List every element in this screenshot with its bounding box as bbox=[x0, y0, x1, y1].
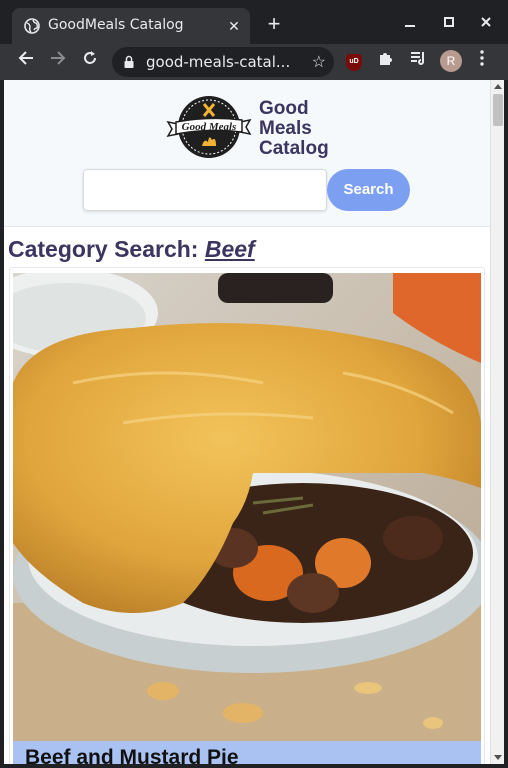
maximize-icon[interactable] bbox=[439, 12, 459, 32]
address-bar[interactable]: good-meals-catal... ☆ bbox=[112, 47, 334, 77]
brand-line: Good bbox=[259, 98, 309, 119]
category-prefix: Category Search: bbox=[8, 236, 205, 262]
goodmeals-logo[interactable]: Good Meals bbox=[164, 94, 254, 160]
tab-title: GoodMeals Catalog bbox=[48, 17, 184, 33]
scroll-up-arrow-icon[interactable] bbox=[494, 84, 502, 89]
search-button[interactable]: Search bbox=[327, 169, 410, 211]
reading-list-icon[interactable] bbox=[406, 50, 430, 74]
vertical-scrollbar[interactable] bbox=[490, 80, 504, 764]
result-card[interactable]: Beef and Mustard Pie bbox=[9, 267, 485, 764]
new-tab-button[interactable]: + bbox=[262, 13, 286, 37]
tab-close-icon[interactable]: ✕ bbox=[224, 16, 244, 36]
search-input[interactable] bbox=[83, 169, 327, 211]
scroll-down-arrow-icon[interactable] bbox=[494, 755, 502, 760]
globe-icon bbox=[24, 18, 40, 34]
close-window-icon[interactable] bbox=[476, 12, 496, 32]
scroll-thumb[interactable] bbox=[493, 94, 503, 126]
url-text: good-meals-catal... bbox=[146, 53, 291, 71]
brand-name[interactable]: Good Meals Catalog bbox=[259, 99, 329, 159]
browser-titlebar: GoodMeals Catalog ✕ + bbox=[0, 0, 508, 44]
ublock-extension-icon[interactable]: uD bbox=[346, 54, 362, 71]
profile-avatar[interactable]: R bbox=[440, 50, 462, 72]
category-heading: Category Search: Beef bbox=[8, 236, 255, 263]
minimize-icon[interactable] bbox=[400, 12, 420, 32]
bookmark-star-icon[interactable]: ☆ bbox=[312, 52, 326, 72]
back-arrow-icon[interactable] bbox=[14, 50, 38, 74]
brand-line: Catalog bbox=[259, 138, 329, 159]
reload-icon[interactable] bbox=[78, 50, 102, 74]
logo-text: Good Meals bbox=[182, 121, 237, 133]
menu-kebab-icon[interactable] bbox=[470, 50, 494, 74]
lock-icon bbox=[124, 55, 134, 68]
brand-line: Meals bbox=[259, 118, 312, 139]
result-caption[interactable]: Beef and Mustard Pie bbox=[13, 741, 481, 764]
beef-pie-photo[interactable] bbox=[13, 273, 481, 741]
browser-tab[interactable]: GoodMeals Catalog ✕ bbox=[12, 8, 250, 44]
extensions-puzzle-icon[interactable] bbox=[374, 50, 398, 74]
result-title: Beef and Mustard Pie bbox=[25, 746, 239, 764]
site-header: Good Meals Good Meals Catalog Search bbox=[4, 80, 490, 227]
forward-arrow-icon[interactable] bbox=[46, 50, 70, 74]
page-viewport: Good Meals Good Meals Catalog Search Cat… bbox=[4, 80, 490, 764]
browser-toolbar: good-meals-catal... ☆ uD bbox=[0, 44, 508, 80]
category-term-link[interactable]: Beef bbox=[205, 236, 255, 262]
